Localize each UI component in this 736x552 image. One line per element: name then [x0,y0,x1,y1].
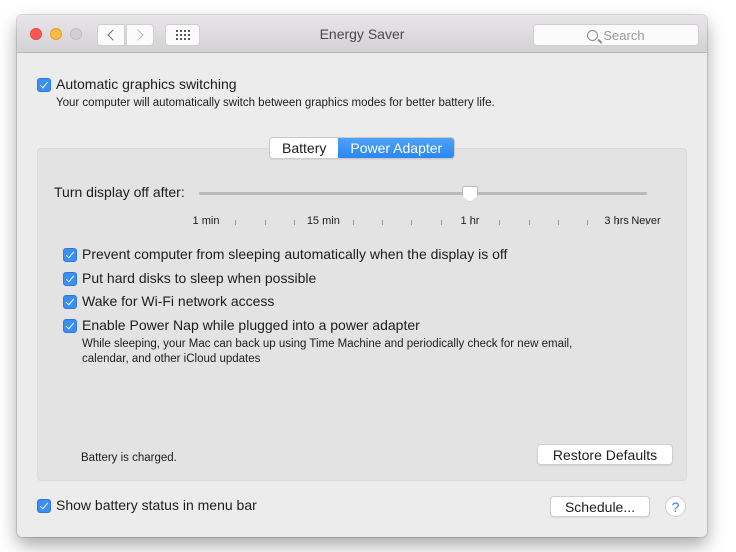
hard-disk-sleep-checkbox[interactable] [63,272,77,286]
tab-battery[interactable]: Battery [270,138,339,158]
help-button[interactable]: ? [665,496,686,517]
slider-tick-label: 1 hr [460,215,480,227]
wake-wifi-checkbox[interactable] [63,295,77,309]
slider-tick [440,220,442,225]
schedule-button[interactable]: Schedule... [550,496,650,517]
slider-tick [264,220,266,225]
slider-tick [294,220,295,225]
show-battery-checkbox[interactable] [37,499,51,513]
prevent-sleep-checkbox[interactable] [63,248,77,262]
slider-tick-label: 1 min [192,215,220,227]
display-off-label: Turn display off after: [54,184,185,200]
graphics-switching-description: Your computer will automatically switch … [56,97,495,109]
title-bar: Energy Saver Search [17,15,707,53]
energy-saver-window: Energy Saver Search Automatic graphics s… [17,15,707,537]
slider-tick [235,220,237,225]
slider-tick [352,220,354,225]
slider-tick-label: Never [631,215,661,227]
tab-bar: Battery Power Adapter [269,137,456,159]
power-nap-description: While sleeping, your Mac can back up usi… [82,338,573,365]
search-field[interactable]: Search [533,24,699,46]
battery-status-text: Battery is charged. [81,452,177,464]
power-nap-checkbox[interactable] [63,319,77,333]
slider-tick-label: 3 hrs [604,215,629,227]
slider-tick [528,220,530,225]
graphics-switching-checkbox[interactable] [37,78,51,92]
slider-tick [558,220,559,225]
graphics-switching-label: Automatic graphics switching [56,76,237,92]
restore-defaults-button[interactable]: Restore Defaults [537,444,673,465]
search-placeholder: Search [603,27,645,43]
slider-tick [587,220,589,225]
slider-tick-label: 15 min [306,215,340,227]
wake-wifi-label: Wake for Wi-Fi network access [82,293,275,309]
show-battery-label: Show battery status in menu bar [56,497,257,513]
slider-tick [499,220,501,225]
help-icon: ? [671,498,680,515]
power-nap-label: Enable Power Nap while plugged into a po… [82,317,420,333]
search-icon [587,29,599,41]
hard-disk-sleep-label: Put hard disks to sleep when possible [82,270,317,286]
slider-tick [411,220,413,225]
prevent-sleep-label: Prevent computer from sleeping automatic… [82,246,508,262]
slider-tick [382,220,383,225]
tab-power-adapter[interactable]: Power Adapter [338,138,455,158]
display-off-slider[interactable] [199,192,647,195]
